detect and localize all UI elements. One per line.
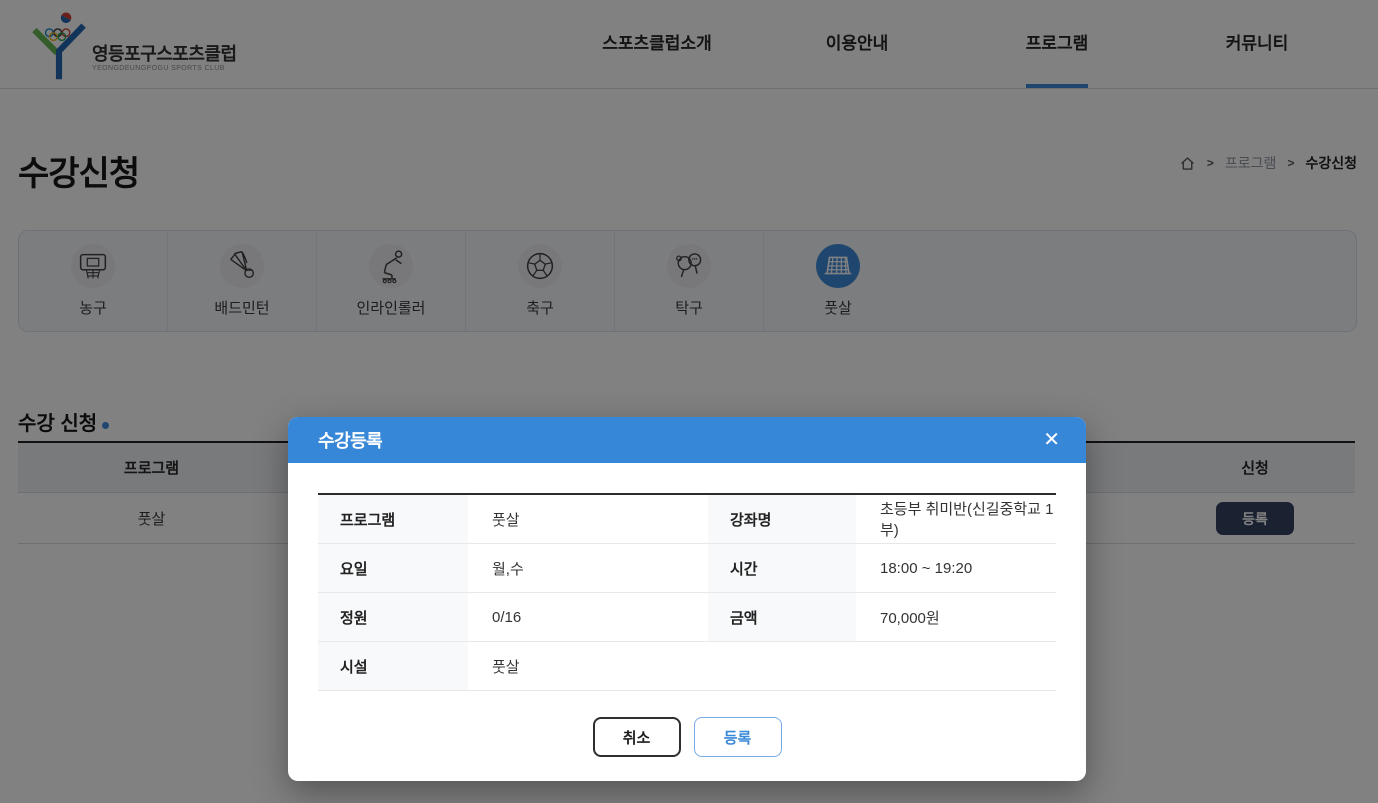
label-facility: 시설 (318, 642, 468, 691)
label-capacity: 정원 (318, 593, 468, 642)
close-icon[interactable]: ✕ (1043, 430, 1060, 450)
label-days: 요일 (318, 544, 468, 593)
info-row: 시설 풋살 (318, 642, 1056, 691)
course-info-table: 프로그램 풋살 강좌명 초등부 취미반(신길중학교 1부) 요일 월,수 시간 … (318, 493, 1056, 691)
info-row: 정원 0/16 금액 70,000원 (318, 593, 1056, 642)
value-time: 18:00 ~ 19:20 (856, 544, 1056, 593)
enrollment-modal: 수강등록 ✕ 프로그램 풋살 강좌명 초등부 취미반(신길중학교 1부) 요일 … (288, 417, 1086, 781)
modal-actions: 취소 등록 (318, 717, 1056, 757)
info-row: 프로그램 풋살 강좌명 초등부 취미반(신길중학교 1부) (318, 494, 1056, 544)
value-program: 풋살 (468, 494, 708, 544)
modal-header: 수강등록 ✕ (288, 417, 1086, 463)
page: 영등포구스포츠클럽 YEONGDEUNGPOGU SPORTS CLUB 스포츠… (0, 0, 1378, 803)
modal-title: 수강등록 (318, 427, 382, 453)
value-facility: 풋살 (468, 642, 1056, 691)
value-price: 70,000원 (856, 593, 1056, 642)
value-days: 월,수 (468, 544, 708, 593)
label-time: 시간 (708, 544, 856, 593)
label-program: 프로그램 (318, 494, 468, 544)
submit-button[interactable]: 등록 (694, 717, 782, 757)
label-course-name: 강좌명 (708, 494, 856, 544)
label-price: 금액 (708, 593, 856, 642)
modal-body: 프로그램 풋살 강좌명 초등부 취미반(신길중학교 1부) 요일 월,수 시간 … (288, 463, 1086, 787)
cancel-button[interactable]: 취소 (593, 717, 681, 757)
value-course-name: 초등부 취미반(신길중학교 1부) (856, 494, 1056, 544)
info-row: 요일 월,수 시간 18:00 ~ 19:20 (318, 544, 1056, 593)
value-capacity: 0/16 (468, 593, 708, 642)
